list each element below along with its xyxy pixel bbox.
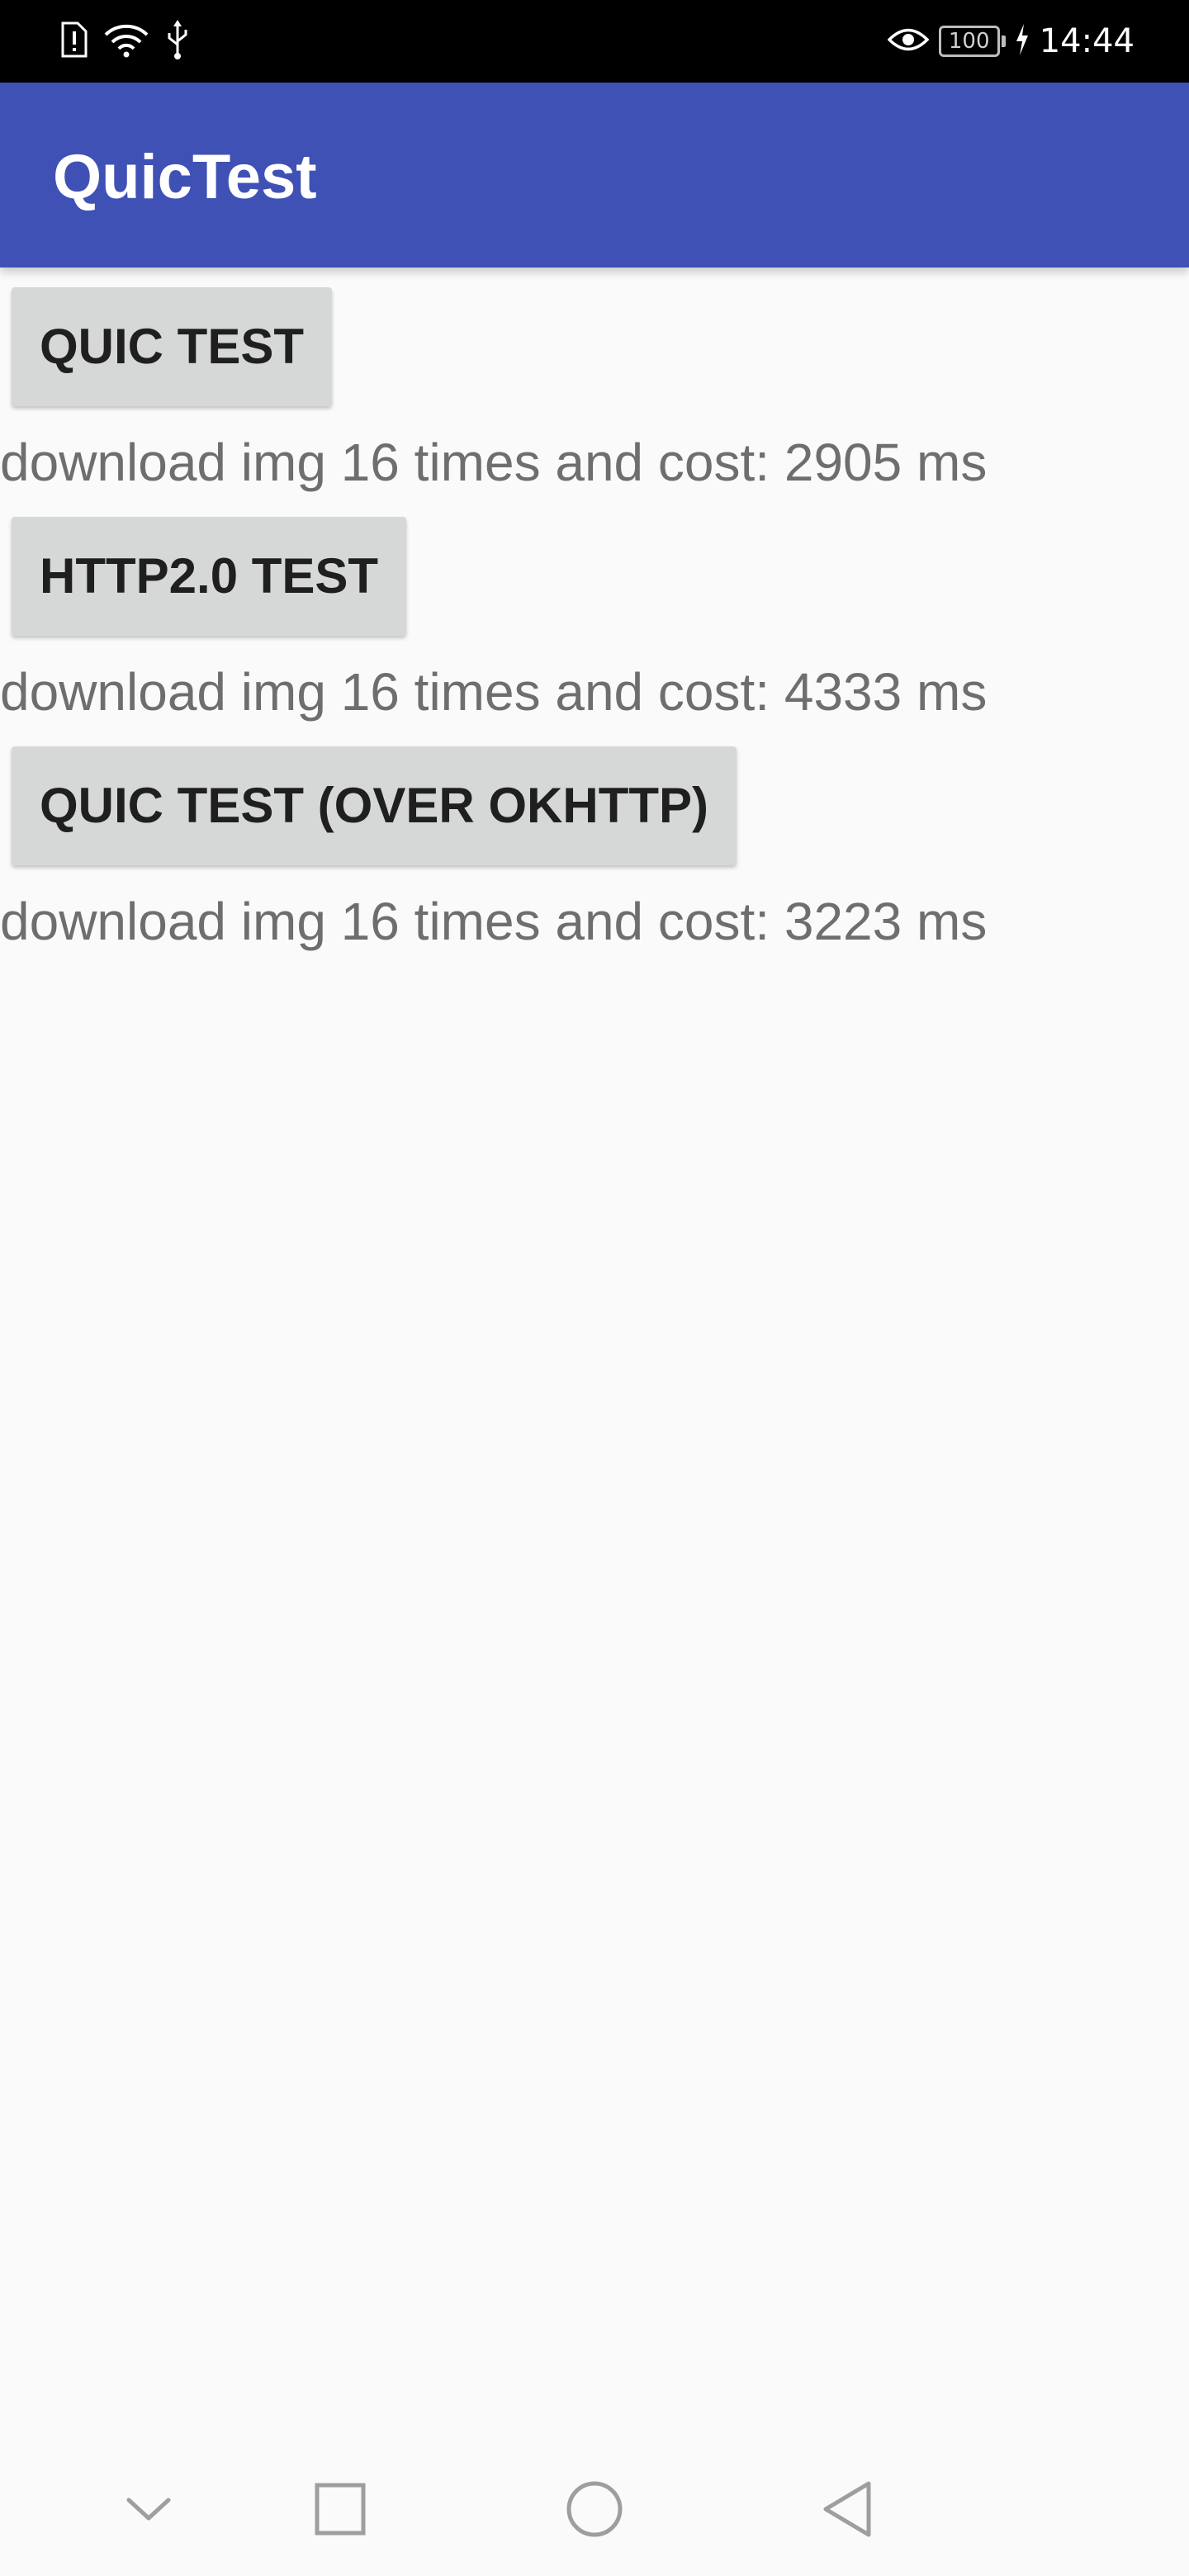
wifi-icon [102, 21, 150, 61]
home-circle-icon[interactable] [561, 2477, 628, 2543]
usb-icon [165, 20, 190, 63]
quic-test-result: download img 16 times and cost: 2905 ms [0, 433, 988, 492]
sim-alert-icon [59, 21, 88, 61]
status-time: 14:44 [1039, 22, 1135, 60]
http2-test-result: download img 16 times and cost: 4333 ms [0, 662, 988, 722]
quic-okhttp-test-button[interactable]: QUIC TEST (OVER OKHTTP) [12, 746, 737, 865]
eye-icon [887, 26, 930, 57]
battery-icon: 100 [938, 26, 1006, 57]
status-bar: 100 14:44 [0, 0, 1189, 83]
page-title: QuicTest [53, 142, 317, 212]
hide-nav-chevron-icon[interactable] [116, 2477, 182, 2543]
quic-test-button[interactable]: QUIC TEST [12, 287, 333, 406]
back-triangle-icon[interactable] [816, 2477, 882, 2543]
recents-square-icon[interactable] [307, 2477, 373, 2543]
charging-icon [1015, 24, 1030, 59]
http2-test-button[interactable]: HTTP2.0 TEST [12, 517, 407, 636]
app-bar: QuicTest [0, 83, 1189, 268]
status-right-icons: 100 14:44 [887, 18, 1135, 64]
navigation-bar [0, 2444, 1189, 2576]
status-left-icons [59, 18, 190, 64]
quic-okhttp-test-result: download img 16 times and cost: 3223 ms [0, 892, 988, 951]
